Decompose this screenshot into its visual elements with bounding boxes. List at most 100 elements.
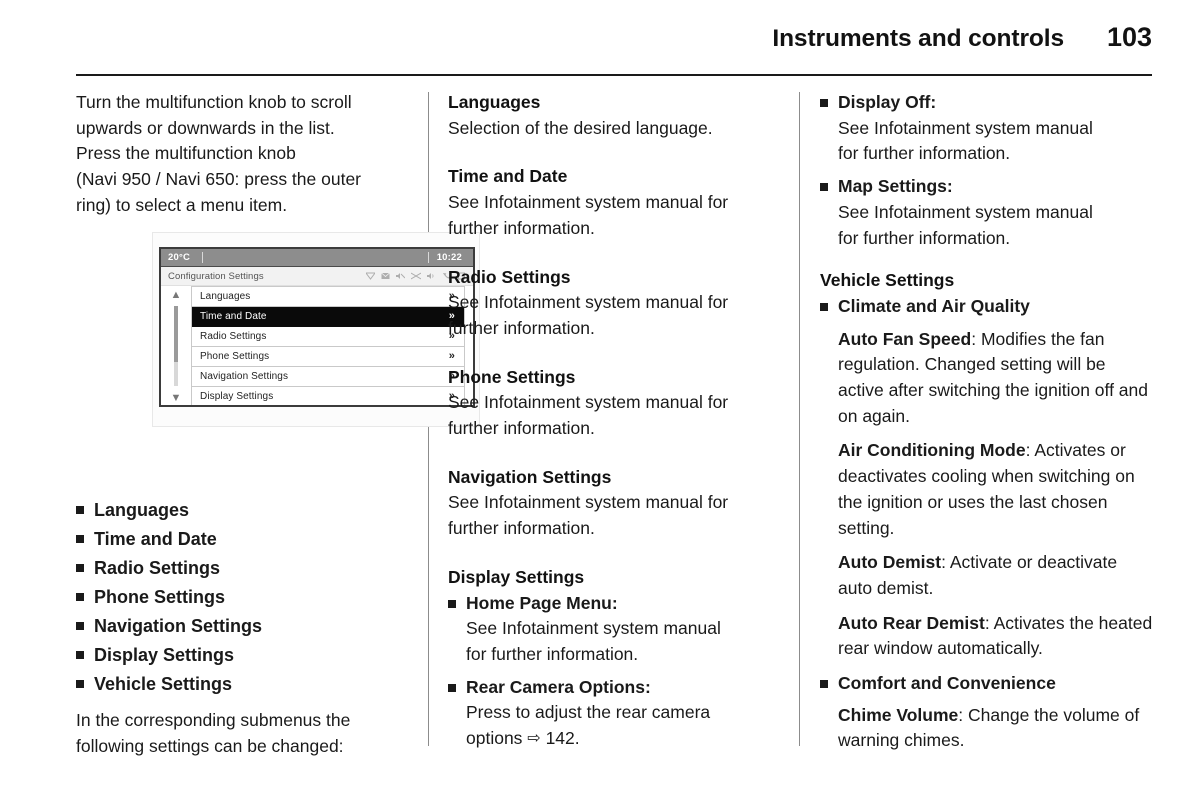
body-line: See Infotainment system manual for bbox=[448, 392, 729, 413]
infotainment-list-item[interactable]: Display Settings » bbox=[192, 387, 464, 405]
list-item: Comfort and Convenience bbox=[820, 671, 1156, 697]
square-bullet-icon bbox=[76, 680, 84, 688]
square-bullet-icon bbox=[448, 683, 456, 692]
intro-line: (Navi 950 / Navi 650: press the outer bbox=[76, 169, 362, 190]
speaker-icon bbox=[427, 273, 434, 279]
outside-temperature: 20°C bbox=[168, 252, 191, 263]
list-item: Map Settings: bbox=[820, 174, 1156, 200]
closing-line: In the corresponding submenus the bbox=[76, 710, 351, 730]
column-three: Display Off: See Infotainment system man… bbox=[820, 90, 1156, 754]
square-bullet-icon bbox=[820, 680, 828, 689]
page-reference-number: 142. bbox=[540, 728, 580, 749]
list-item-label: Navigation Settings bbox=[200, 371, 289, 382]
square-bullet-icon bbox=[820, 302, 828, 311]
list-item: Time and Date bbox=[76, 525, 414, 554]
list-item: Display Off: bbox=[820, 90, 1156, 116]
page-reference-arrow-icon: ⇨ bbox=[527, 730, 541, 748]
list-item: Navigation Settings bbox=[76, 612, 414, 641]
bullet-label-text: Display Off bbox=[838, 92, 931, 112]
infotainment-list-item-selected[interactable]: Time and Date » bbox=[192, 307, 464, 327]
bullet-body: See Infotainment system manual for furth… bbox=[466, 616, 786, 667]
bullet-label-text: Rear Camera Options bbox=[466, 676, 645, 697]
infotainment-list-item[interactable]: Languages » bbox=[192, 287, 464, 307]
setting-entry: Auto Demist: Activate or deactivate auto… bbox=[838, 550, 1156, 601]
bullet-label-suffix: : bbox=[611, 592, 618, 613]
square-bullet-icon bbox=[76, 622, 84, 630]
infotainment-screen-figure: 20°C 10:22 Configuration Settings ▲ ▼ La… bbox=[152, 232, 480, 427]
comfort-group: Comfort and Convenience Chime Volume: Ch… bbox=[820, 671, 1156, 754]
section-body: See Infotainment system manual for furth… bbox=[448, 290, 786, 341]
list-item-label: Time and Date bbox=[200, 311, 267, 322]
display-settings-bullet-list: Home Page Menu: See Infotainment system … bbox=[448, 591, 786, 752]
section-display-settings: Display Settings Home Page Menu: See Inf… bbox=[448, 565, 786, 752]
body-line: See Infotainment system manual for bbox=[448, 192, 729, 213]
bullet-label: Rear Camera Options: bbox=[466, 675, 786, 701]
infotainment-scrollbar[interactable]: ▲ ▼ bbox=[161, 286, 191, 405]
bullet-label-text: Map Settings bbox=[838, 176, 947, 197]
infotainment-menu-list: Languages » Time and Date » Radio Settin… bbox=[191, 286, 465, 405]
square-bullet-icon bbox=[76, 564, 84, 572]
mute-icon bbox=[396, 273, 405, 279]
section-heading: Time and Date bbox=[448, 166, 568, 187]
section-radio-settings: Radio Settings See Infotainment system m… bbox=[448, 265, 786, 342]
infotainment-display: 20°C 10:22 Configuration Settings ▲ ▼ La… bbox=[159, 247, 475, 407]
bullet-body: See Infotainment system manual for furth… bbox=[838, 116, 1156, 167]
bullet-label-suffix: : bbox=[930, 92, 937, 112]
body-line: for further information. bbox=[838, 227, 1011, 248]
body-line: Press to adjust the rear camera bbox=[466, 702, 711, 723]
menu-item-label: Phone Settings bbox=[94, 587, 226, 607]
page-title: Instruments and controls bbox=[772, 25, 1064, 52]
body-line: further information. bbox=[448, 317, 595, 338]
body-line: further information. bbox=[448, 418, 595, 439]
section-heading: Phone Settings bbox=[448, 366, 576, 387]
scroll-thumb[interactable] bbox=[174, 306, 178, 362]
setting-term: Chime Volume bbox=[838, 704, 959, 725]
menu-item-label: Navigation Settings bbox=[94, 616, 263, 636]
body-line: for further information. bbox=[466, 643, 639, 664]
body-line-with-reference: options ⇨ 142. bbox=[466, 726, 786, 752]
wifi-signal-icon bbox=[366, 272, 375, 280]
section-heading: Languages bbox=[448, 92, 541, 112]
infotainment-list-item[interactable]: Radio Settings » bbox=[192, 327, 464, 347]
page-number: 103 bbox=[1106, 22, 1152, 52]
body-line: See Infotainment system manual bbox=[838, 117, 1093, 138]
scroll-up-icon[interactable]: ▲ bbox=[171, 290, 182, 301]
setting-term: Air Conditioning Mode bbox=[838, 440, 1026, 461]
bullet-body: See Infotainment system manual for furth… bbox=[838, 200, 1156, 251]
section-body: See Infotainment system manual for furth… bbox=[448, 490, 786, 541]
setting-entry: Auto Fan Speed: Modifies the fan regulat… bbox=[838, 327, 1156, 430]
bullet-label-text: Home Page Menu bbox=[466, 592, 612, 613]
message-icon bbox=[381, 272, 390, 279]
square-bullet-icon bbox=[820, 99, 828, 107]
bullet-label-suffix: : bbox=[946, 176, 953, 197]
menu-title: Configuration Settings bbox=[168, 270, 264, 282]
infotainment-title-bar: Configuration Settings bbox=[161, 267, 473, 286]
menu-item-label: Radio Settings bbox=[94, 558, 221, 578]
setting-separator: : bbox=[984, 612, 994, 633]
intro-line: ring) to select a menu item. bbox=[76, 194, 288, 215]
body-line: further information. bbox=[448, 217, 595, 238]
square-bullet-icon bbox=[820, 183, 828, 192]
square-bullet-icon bbox=[448, 599, 456, 608]
bullet-label-suffix: : bbox=[644, 676, 651, 697]
infotainment-list-item[interactable]: Navigation Settings » bbox=[192, 367, 464, 387]
shuffle-icon bbox=[411, 272, 421, 280]
bullet-label: Display Off: bbox=[838, 90, 1156, 116]
section-heading: Radio Settings bbox=[448, 266, 571, 287]
setting-entry: Air Conditioning Mode: Activates or deac… bbox=[838, 438, 1156, 541]
intro-line: Press the multifunction knob bbox=[76, 143, 296, 164]
section-body: Selection of the desired language. bbox=[448, 116, 786, 142]
square-bullet-icon bbox=[76, 506, 84, 514]
infotainment-list-item[interactable]: Phone Settings » bbox=[192, 347, 464, 367]
setting-term: Auto Fan Speed bbox=[838, 328, 972, 349]
section-phone-settings: Phone Settings See Infotainment system m… bbox=[448, 365, 786, 442]
body-line-text: options bbox=[466, 728, 528, 749]
setting-entry: Chime Volume: Change the volume of warni… bbox=[838, 703, 1156, 754]
scroll-down-icon[interactable]: ▼ bbox=[171, 393, 182, 404]
column-two: Languages Selection of the desired langu… bbox=[448, 90, 786, 752]
column-divider-right bbox=[799, 92, 800, 746]
list-item-label: Display Settings bbox=[200, 391, 274, 402]
section-body: See Infotainment system manual for furth… bbox=[448, 390, 786, 441]
settings-menu-bullet-list: Languages Time and Date Radio Settings P… bbox=[76, 496, 414, 759]
setting-separator: : bbox=[971, 328, 981, 349]
